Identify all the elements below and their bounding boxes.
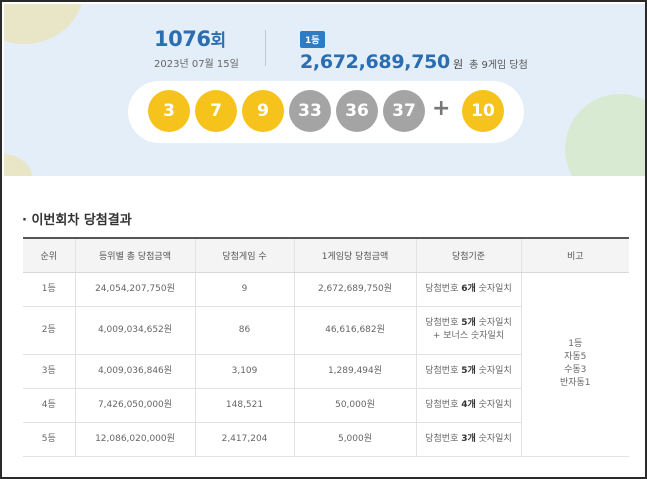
number-ball: 33 (289, 90, 331, 132)
per-game-amount-cell: 5,000원 (293, 422, 416, 457)
rank-cell: 4등 (23, 388, 75, 423)
decorative-circle (565, 94, 645, 176)
number-ball: 9 (242, 90, 284, 132)
rank-cell: 2등 (23, 306, 75, 355)
criteria-text: 당첨번호 (425, 318, 462, 328)
criteria-count: 6개 (461, 283, 476, 294)
winner-count: 총 9게임 당첨 (469, 60, 528, 71)
number-ball: 36 (336, 90, 378, 132)
criteria-cell: 당첨번호 5개 숫자일치 + 보너스 숫자일치 (415, 306, 521, 355)
criteria-text: 당첨번호 (425, 433, 462, 444)
criteria-cell: 당첨번호 4개 숫자일치 (415, 388, 521, 423)
rank-cell: 3등 (23, 354, 75, 389)
criteria-text: 당첨번호 (425, 399, 462, 410)
column-header: 비고 (520, 237, 629, 273)
round-number: 1076회 (154, 26, 239, 51)
number-ball: 3 (148, 90, 190, 132)
divider (265, 30, 266, 66)
round-number-value: 1076 (154, 27, 211, 51)
note-line: 반자동1 (559, 378, 591, 388)
prize-unit: 원 (452, 58, 464, 71)
rank-badge: 1등 (300, 31, 325, 48)
column-header: 순위 (23, 237, 75, 273)
criteria-count: 3개 (461, 433, 476, 444)
number-ball: 37 (383, 90, 425, 132)
round-number-unit: 회 (210, 31, 226, 51)
page-frame: 1076회 2023년 07월 15일 1등 2,672,689,750 원 총 9… (0, 0, 647, 479)
first-prize-info: 1등 2,672,689,750 원 총 9게임 당첨 (300, 28, 528, 73)
total-amount-cell: 24,054,207,750원 (74, 272, 195, 307)
criteria-count: 5개 (461, 365, 476, 376)
game-count-cell: 9 (194, 272, 294, 307)
criteria-bonus-text: + 보너스 숫자일치 (432, 331, 505, 341)
round-date: 2023년 07월 15일 (154, 59, 239, 70)
game-count-cell: 3,109 (194, 354, 294, 389)
plus-icon: + (432, 96, 451, 121)
per-game-amount-cell: 46,616,682원 (293, 306, 416, 355)
criteria-cell: 당첨번호 6개 숫자일치 (415, 272, 521, 307)
rank-cell: 1등 (23, 272, 75, 307)
total-amount-cell: 4,009,034,652원 (74, 306, 195, 355)
column-header: 1게임당 당첨금액 (293, 237, 416, 273)
criteria-text: 숫자일치 (475, 365, 512, 376)
prize-results-table: 순위 등위별 총 당첨금액 당첨게임 수 1게임당 당첨금액 당첨기준 비고 1… (23, 237, 629, 457)
criteria-text: 당첨번호 (425, 365, 462, 376)
bonus-ball: 10 (462, 90, 504, 132)
note-line: 수동3 (564, 365, 587, 375)
rank-cell: 5등 (23, 422, 75, 457)
column-header: 당첨게임 수 (194, 237, 294, 273)
criteria-cell: 당첨번호 3개 숫자일치 (415, 422, 521, 457)
per-game-amount-cell: 2,672,689,750원 (293, 272, 416, 307)
criteria-text: 숫자일치 (475, 283, 512, 294)
criteria-count: 4개 (461, 399, 476, 410)
note-line: 1등 (568, 339, 583, 349)
table-header-row: 순위 등위별 총 당첨금액 당첨게임 수 1게임당 당첨금액 당첨기준 비고 (23, 237, 629, 273)
prize-amount: 2,672,689,750 (300, 51, 450, 73)
total-amount-cell: 4,009,036,846원 (74, 354, 195, 389)
number-ball: 7 (195, 90, 237, 132)
section-title: · 이번회차 당첨결과 (22, 213, 132, 228)
note-line: 자동5 (564, 352, 587, 362)
game-count-cell: 86 (194, 306, 294, 355)
per-game-amount-cell: 1,289,494원 (293, 354, 416, 389)
note-cell: 1등 자동5 수동3 반자동1 (520, 272, 629, 457)
game-count-cell: 2,417,204 (194, 422, 294, 457)
per-game-amount-cell: 50,000원 (293, 388, 416, 423)
round-info: 1076회 2023년 07월 15일 (154, 26, 239, 70)
column-header: 등위별 총 당첨금액 (74, 237, 195, 273)
criteria-cell: 당첨번호 5개 숫자일치 (415, 354, 521, 389)
column-header: 당첨기준 (415, 237, 521, 273)
criteria-text: 숫자일치 (475, 433, 512, 444)
criteria-text: 숫자일치 (475, 318, 512, 328)
criteria-text: 숫자일치 (475, 399, 512, 410)
criteria-count: 5개 (461, 318, 476, 328)
table-row: 1등 24,054,207,750원 9 2,672,689,750원 당첨번호… (23, 272, 629, 457)
draw-result-banner: 1076회 2023년 07월 15일 1등 2,672,689,750 원 총 9… (4, 4, 645, 176)
criteria-text: 당첨번호 (425, 283, 462, 294)
decorative-circle (4, 4, 84, 44)
winning-numbers: 3 7 9 33 36 37 + 10 (128, 81, 524, 143)
total-amount-cell: 7,426,050,000원 (74, 388, 195, 423)
decorative-circle (4, 154, 34, 176)
total-amount-cell: 12,086,020,000원 (74, 422, 195, 457)
game-count-cell: 148,521 (194, 388, 294, 423)
